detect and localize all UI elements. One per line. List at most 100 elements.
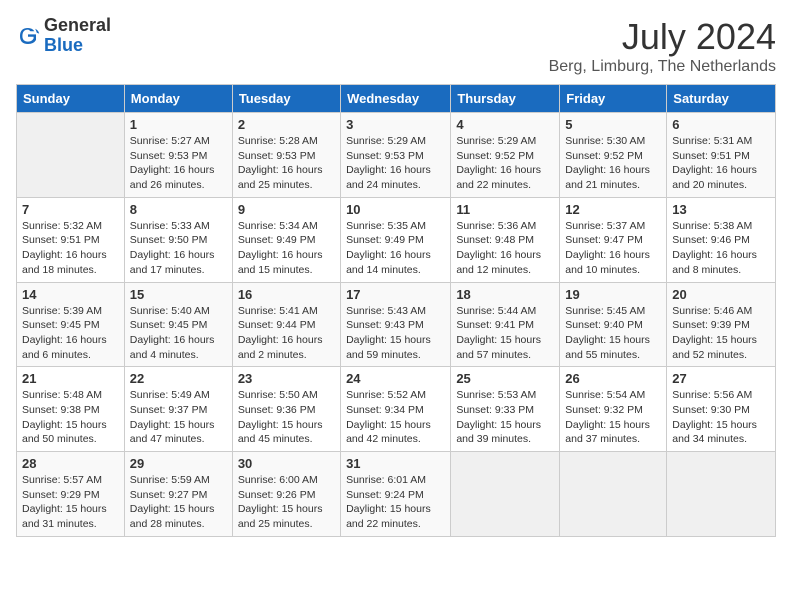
calendar-cell: 31 Sunrise: 6:01 AM Sunset: 9:24 PM Dayli… (341, 452, 451, 537)
location: Berg, Limburg, The Netherlands (549, 58, 776, 76)
day-number: 8 (130, 202, 227, 217)
day-number: 26 (565, 371, 661, 386)
day-number: 1 (130, 117, 227, 132)
calendar-cell: 1 Sunrise: 5:27 AM Sunset: 9:53 PM Daylig… (124, 113, 232, 198)
day-info: Sunrise: 5:59 AM Sunset: 9:27 PM Dayligh… (130, 473, 227, 532)
calendar-cell: 4 Sunrise: 5:29 AM Sunset: 9:52 PM Daylig… (451, 113, 560, 198)
calendar-cell (560, 452, 667, 537)
day-info: Sunrise: 5:30 AM Sunset: 9:52 PM Dayligh… (565, 134, 661, 193)
day-info: Sunrise: 5:32 AM Sunset: 9:51 PM Dayligh… (22, 219, 119, 278)
calendar-cell: 7 Sunrise: 5:32 AM Sunset: 9:51 PM Daylig… (17, 197, 125, 282)
calendar-cell: 3 Sunrise: 5:29 AM Sunset: 9:53 PM Daylig… (341, 113, 451, 198)
calendar-cell: 13 Sunrise: 5:38 AM Sunset: 9:46 PM Dayli… (667, 197, 776, 282)
weekday-header-thursday: Thursday (451, 85, 560, 113)
day-number: 15 (130, 287, 227, 302)
calendar-cell: 23 Sunrise: 5:50 AM Sunset: 9:36 PM Dayli… (232, 367, 340, 452)
day-number: 18 (456, 287, 554, 302)
day-info: Sunrise: 5:27 AM Sunset: 9:53 PM Dayligh… (130, 134, 227, 193)
day-number: 3 (346, 117, 445, 132)
calendar-cell: 28 Sunrise: 5:57 AM Sunset: 9:29 PM Dayli… (17, 452, 125, 537)
day-number: 22 (130, 371, 227, 386)
day-number: 23 (238, 371, 335, 386)
logo-text: GeneralBlue (44, 16, 111, 56)
calendar-cell: 17Sunrise: 5:43 AM Sunset: 9:43 PM Dayli… (341, 282, 451, 367)
day-info: Sunrise: 5:38 AM Sunset: 9:46 PM Dayligh… (672, 219, 770, 278)
day-info: Sunrise: 5:53 AM Sunset: 9:33 PM Dayligh… (456, 388, 554, 447)
day-number: 12 (565, 202, 661, 217)
weekday-header-saturday: Saturday (667, 85, 776, 113)
day-number: 30 (238, 456, 335, 471)
weekday-header-monday: Monday (124, 85, 232, 113)
day-number: 27 (672, 371, 770, 386)
calendar-table: SundayMondayTuesdayWednesdayThursdayFrid… (16, 84, 776, 537)
day-info: Sunrise: 5:31 AM Sunset: 9:51 PM Dayligh… (672, 134, 770, 193)
day-number: 7 (22, 202, 119, 217)
day-info: Sunrise: 5:40 AM Sunset: 9:45 PM Dayligh… (130, 304, 227, 363)
day-info: Sunrise: 6:00 AM Sunset: 9:26 PM Dayligh… (238, 473, 335, 532)
day-number: 24 (346, 371, 445, 386)
weekday-header-friday: Friday (560, 85, 667, 113)
weekday-header-row: SundayMondayTuesdayWednesdayThursdayFrid… (17, 85, 776, 113)
day-number: 19 (565, 287, 661, 302)
day-number: 9 (238, 202, 335, 217)
day-info: Sunrise: 5:33 AM Sunset: 9:50 PM Dayligh… (130, 219, 227, 278)
calendar-cell: 24 Sunrise: 5:52 AM Sunset: 9:34 PM Dayli… (341, 367, 451, 452)
day-info: Sunrise: 5:56 AM Sunset: 9:30 PM Dayligh… (672, 388, 770, 447)
weekday-header-sunday: Sunday (17, 85, 125, 113)
day-info: Sunrise: 5:44 AM Sunset: 9:41 PM Dayligh… (456, 304, 554, 363)
logo: GeneralBlue (16, 16, 111, 56)
calendar-cell: 10Sunrise: 5:35 AM Sunset: 9:49 PM Dayli… (341, 197, 451, 282)
day-info: Sunrise: 5:43 AM Sunset: 9:43 PM Dayligh… (346, 304, 445, 363)
calendar-cell (667, 452, 776, 537)
day-info: Sunrise: 6:01 AM Sunset: 9:24 PM Dayligh… (346, 473, 445, 532)
day-info: Sunrise: 5:57 AM Sunset: 9:29 PM Dayligh… (22, 473, 119, 532)
calendar-cell: 21 Sunrise: 5:48 AM Sunset: 9:38 PM Dayli… (17, 367, 125, 452)
calendar-cell: 9 Sunrise: 5:34 AM Sunset: 9:49 PM Daylig… (232, 197, 340, 282)
day-number: 20 (672, 287, 770, 302)
day-info: Sunrise: 5:41 AM Sunset: 9:44 PM Dayligh… (238, 304, 335, 363)
calendar-week-2: 14Sunrise: 5:39 AM Sunset: 9:45 PM Dayli… (17, 282, 776, 367)
day-info: Sunrise: 5:45 AM Sunset: 9:40 PM Dayligh… (565, 304, 661, 363)
day-number: 25 (456, 371, 554, 386)
calendar-cell: 15 Sunrise: 5:40 AM Sunset: 9:45 PM Dayli… (124, 282, 232, 367)
calendar-cell: 25 Sunrise: 5:53 AM Sunset: 9:33 PM Dayli… (451, 367, 560, 452)
day-number: 5 (565, 117, 661, 132)
calendar-week-3: 21 Sunrise: 5:48 AM Sunset: 9:38 PM Dayli… (17, 367, 776, 452)
day-info: Sunrise: 5:29 AM Sunset: 9:53 PM Dayligh… (346, 134, 445, 193)
weekday-header-tuesday: Tuesday (232, 85, 340, 113)
day-number: 14 (22, 287, 119, 302)
day-info: Sunrise: 5:35 AM Sunset: 9:49 PM Dayligh… (346, 219, 445, 278)
calendar-week-4: 28 Sunrise: 5:57 AM Sunset: 9:29 PM Dayli… (17, 452, 776, 537)
logo-icon (16, 24, 40, 48)
calendar-cell: 22Sunrise: 5:49 AM Sunset: 9:37 PM Dayli… (124, 367, 232, 452)
day-number: 6 (672, 117, 770, 132)
day-info: Sunrise: 5:52 AM Sunset: 9:34 PM Dayligh… (346, 388, 445, 447)
day-number: 2 (238, 117, 335, 132)
day-info: Sunrise: 5:54 AM Sunset: 9:32 PM Dayligh… (565, 388, 661, 447)
day-info: Sunrise: 5:46 AM Sunset: 9:39 PM Dayligh… (672, 304, 770, 363)
calendar-week-0: 1 Sunrise: 5:27 AM Sunset: 9:53 PM Daylig… (17, 113, 776, 198)
calendar-cell: 8 Sunrise: 5:33 AM Sunset: 9:50 PM Daylig… (124, 197, 232, 282)
day-number: 4 (456, 117, 554, 132)
calendar-cell: 2Sunrise: 5:28 AM Sunset: 9:53 PM Daylig… (232, 113, 340, 198)
calendar-cell: 6 Sunrise: 5:31 AM Sunset: 9:51 PM Daylig… (667, 113, 776, 198)
day-number: 21 (22, 371, 119, 386)
day-number: 13 (672, 202, 770, 217)
page-header: GeneralBlue July 2024 Berg, Limburg, The… (16, 16, 776, 76)
calendar-cell: 19 Sunrise: 5:45 AM Sunset: 9:40 PM Dayli… (560, 282, 667, 367)
day-number: 28 (22, 456, 119, 471)
calendar-cell: 11 Sunrise: 5:36 AM Sunset: 9:48 PM Dayli… (451, 197, 560, 282)
day-number: 31 (346, 456, 445, 471)
weekday-header-wednesday: Wednesday (341, 85, 451, 113)
day-info: Sunrise: 5:34 AM Sunset: 9:49 PM Dayligh… (238, 219, 335, 278)
day-info: Sunrise: 5:48 AM Sunset: 9:38 PM Dayligh… (22, 388, 119, 447)
day-info: Sunrise: 5:50 AM Sunset: 9:36 PM Dayligh… (238, 388, 335, 447)
calendar-cell: 27 Sunrise: 5:56 AM Sunset: 9:30 PM Dayli… (667, 367, 776, 452)
day-info: Sunrise: 5:29 AM Sunset: 9:52 PM Dayligh… (456, 134, 554, 193)
calendar-cell: 18 Sunrise: 5:44 AM Sunset: 9:41 PM Dayli… (451, 282, 560, 367)
calendar-cell: 30 Sunrise: 6:00 AM Sunset: 9:26 PM Dayli… (232, 452, 340, 537)
day-info: Sunrise: 5:36 AM Sunset: 9:48 PM Dayligh… (456, 219, 554, 278)
title-block: July 2024 Berg, Limburg, The Netherlands (549, 16, 776, 76)
calendar-cell: 12Sunrise: 5:37 AM Sunset: 9:47 PM Dayli… (560, 197, 667, 282)
day-number: 11 (456, 202, 554, 217)
